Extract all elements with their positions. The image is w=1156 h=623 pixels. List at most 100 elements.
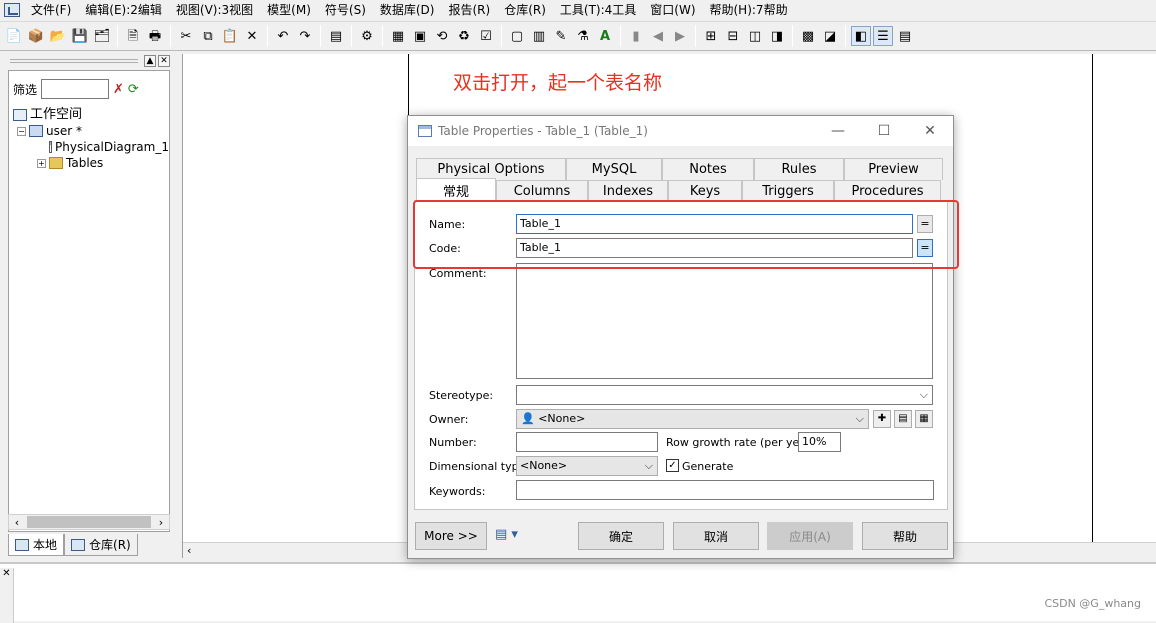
stereotype-combo[interactable]: ⌵: [516, 385, 933, 405]
copy-icon[interactable]: ⧉: [198, 26, 218, 46]
dimensional-type-combo[interactable]: <None> ⌵: [516, 456, 658, 476]
arrow-left-icon[interactable]: ◀: [648, 26, 668, 46]
tab-notes[interactable]: Notes: [662, 158, 754, 180]
redo-icon[interactable]: ↷: [295, 26, 315, 46]
scroll-thumb[interactable]: [27, 516, 151, 528]
name-field[interactable]: Table_1: [516, 214, 913, 234]
apply-button[interactable]: 应用(A): [767, 522, 853, 550]
menu-edit[interactable]: 编辑(E):2编辑: [78, 0, 169, 20]
pen-icon[interactable]: ✎: [551, 26, 571, 46]
dialog-titlebar[interactable]: Table Properties - Table_1 (Table_1) — ☐…: [408, 116, 953, 146]
minimize-icon[interactable]: —: [815, 123, 861, 139]
check-model-icon[interactable]: ⚙: [357, 26, 377, 46]
window-6-icon[interactable]: ◪: [820, 26, 840, 46]
toggle-output-icon[interactable]: ☰: [873, 26, 893, 46]
cancel-button[interactable]: 取消: [673, 522, 759, 550]
open-folder-icon[interactable]: 📂: [48, 26, 68, 46]
select-owner-icon[interactable]: ▦: [915, 410, 933, 428]
collapse-toggle-icon[interactable]: −: [17, 126, 26, 136]
code-field[interactable]: Table_1: [516, 238, 913, 258]
scroll-right-icon[interactable]: ›: [153, 516, 169, 529]
dialog-menu-icon[interactable]: ▤ ▾: [495, 527, 518, 542]
close-icon[interactable]: ✕: [907, 123, 953, 139]
panel-minimize-icon[interactable]: ▲: [144, 55, 156, 67]
new-icon[interactable]: 📄: [4, 26, 24, 46]
window-5-icon[interactable]: ▩: [798, 26, 818, 46]
maximize-icon[interactable]: ☐: [861, 123, 907, 139]
scroll-left-icon[interactable]: ‹: [187, 544, 191, 557]
window-2-icon[interactable]: ⊟: [723, 26, 743, 46]
paste-icon[interactable]: 📋: [220, 26, 240, 46]
block-icon[interactable]: ▮: [626, 26, 646, 46]
help-button[interactable]: 帮助: [862, 522, 948, 550]
comment-textarea[interactable]: [516, 263, 933, 379]
panel-close-icon[interactable]: ✕: [158, 55, 170, 67]
owner-combo[interactable]: 👤 <None> ⌵: [516, 409, 869, 429]
tree-node-workspace[interactable]: 工作空间: [9, 107, 169, 123]
filter-input[interactable]: [41, 79, 110, 99]
menu-report[interactable]: 报告(R): [441, 0, 497, 20]
keywords-field[interactable]: [516, 480, 934, 500]
print-preview-icon[interactable]: 🗎: [123, 26, 143, 46]
properties-icon[interactable]: ▤: [326, 26, 346, 46]
reverse-icon[interactable]: ⟲: [432, 26, 452, 46]
tree-node-model[interactable]: − user *: [9, 123, 169, 139]
text-icon[interactable]: A: [595, 26, 615, 46]
row-growth-field[interactable]: 10%: [798, 432, 841, 452]
panel-grip[interactable]: [10, 59, 138, 63]
tab-repository[interactable]: 仓库(R): [64, 534, 138, 556]
print-icon[interactable]: 🖶: [145, 26, 165, 46]
cut-icon[interactable]: ✂: [176, 26, 196, 46]
menu-tools[interactable]: 工具(T):4工具: [553, 0, 643, 20]
tab-local[interactable]: 本地: [8, 534, 65, 556]
open-package-icon[interactable]: 📦: [26, 26, 46, 46]
toggle-browser-icon[interactable]: ◧: [851, 26, 871, 46]
tree-node-diagram[interactable]: PhysicalDiagram_1: [9, 139, 169, 155]
tab-preview[interactable]: Preview: [844, 158, 943, 180]
toggle-result-icon[interactable]: ▤: [895, 26, 915, 46]
menu-view[interactable]: 视图(V):3视图: [169, 0, 260, 20]
generate-checkbox[interactable]: ✓: [666, 459, 679, 472]
browser-hscrollbar[interactable]: ‹ ›: [8, 514, 170, 530]
undo-icon[interactable]: ↶: [273, 26, 293, 46]
table-icon[interactable]: ▥: [529, 26, 549, 46]
new-owner-icon[interactable]: ✚: [873, 410, 891, 428]
menu-symbol[interactable]: 符号(S): [318, 0, 373, 20]
expand-toggle-icon[interactable]: +: [37, 158, 46, 168]
output-panel-close-icon[interactable]: ✕: [0, 568, 14, 623]
window-1-icon[interactable]: ⊞: [701, 26, 721, 46]
tab-procedures[interactable]: Procedures: [834, 180, 941, 202]
more-button[interactable]: More >>: [415, 522, 487, 550]
menu-help[interactable]: 帮助(H):7帮助: [703, 0, 795, 20]
tab-rules[interactable]: Rules: [754, 158, 844, 180]
generate-icon[interactable]: ▦: [388, 26, 408, 46]
menu-database[interactable]: 数据库(D): [373, 0, 442, 20]
delete-icon[interactable]: ✕: [242, 26, 262, 46]
window-4-icon[interactable]: ◨: [767, 26, 787, 46]
tab-general[interactable]: 常规: [416, 178, 496, 202]
menu-model[interactable]: 模型(M): [260, 0, 318, 20]
owner-properties-icon[interactable]: ▤: [894, 410, 912, 428]
scroll-left-icon[interactable]: ‹: [9, 516, 25, 529]
tab-physical-options[interactable]: Physical Options: [416, 158, 566, 180]
code-name-link-button[interactable]: =: [917, 239, 933, 257]
ok-button[interactable]: 确定: [578, 522, 664, 550]
import-icon[interactable]: ▣: [410, 26, 430, 46]
tab-indexes[interactable]: Indexes: [588, 180, 668, 202]
menu-file[interactable]: 文件(F): [24, 0, 78, 20]
format-icon[interactable]: ⚗: [573, 26, 593, 46]
tab-keys[interactable]: Keys: [668, 180, 742, 202]
refresh-icon[interactable]: ♻: [454, 26, 474, 46]
tab-mysql[interactable]: MySQL: [566, 158, 662, 180]
clear-filter-icon[interactable]: ✗: [113, 82, 124, 97]
save-all-icon[interactable]: 🗂: [92, 26, 112, 46]
refresh-filter-icon[interactable]: ⟳: [128, 82, 139, 97]
window-3-icon[interactable]: ◫: [745, 26, 765, 46]
tab-columns[interactable]: Columns: [496, 180, 588, 202]
tree-node-tables[interactable]: + Tables: [9, 155, 169, 171]
number-field[interactable]: [516, 432, 658, 452]
compare-icon[interactable]: ☑: [476, 26, 496, 46]
tab-triggers[interactable]: Triggers: [742, 180, 834, 202]
arrow-right-icon[interactable]: ▶: [670, 26, 690, 46]
name-code-link-button[interactable]: =: [917, 215, 933, 233]
